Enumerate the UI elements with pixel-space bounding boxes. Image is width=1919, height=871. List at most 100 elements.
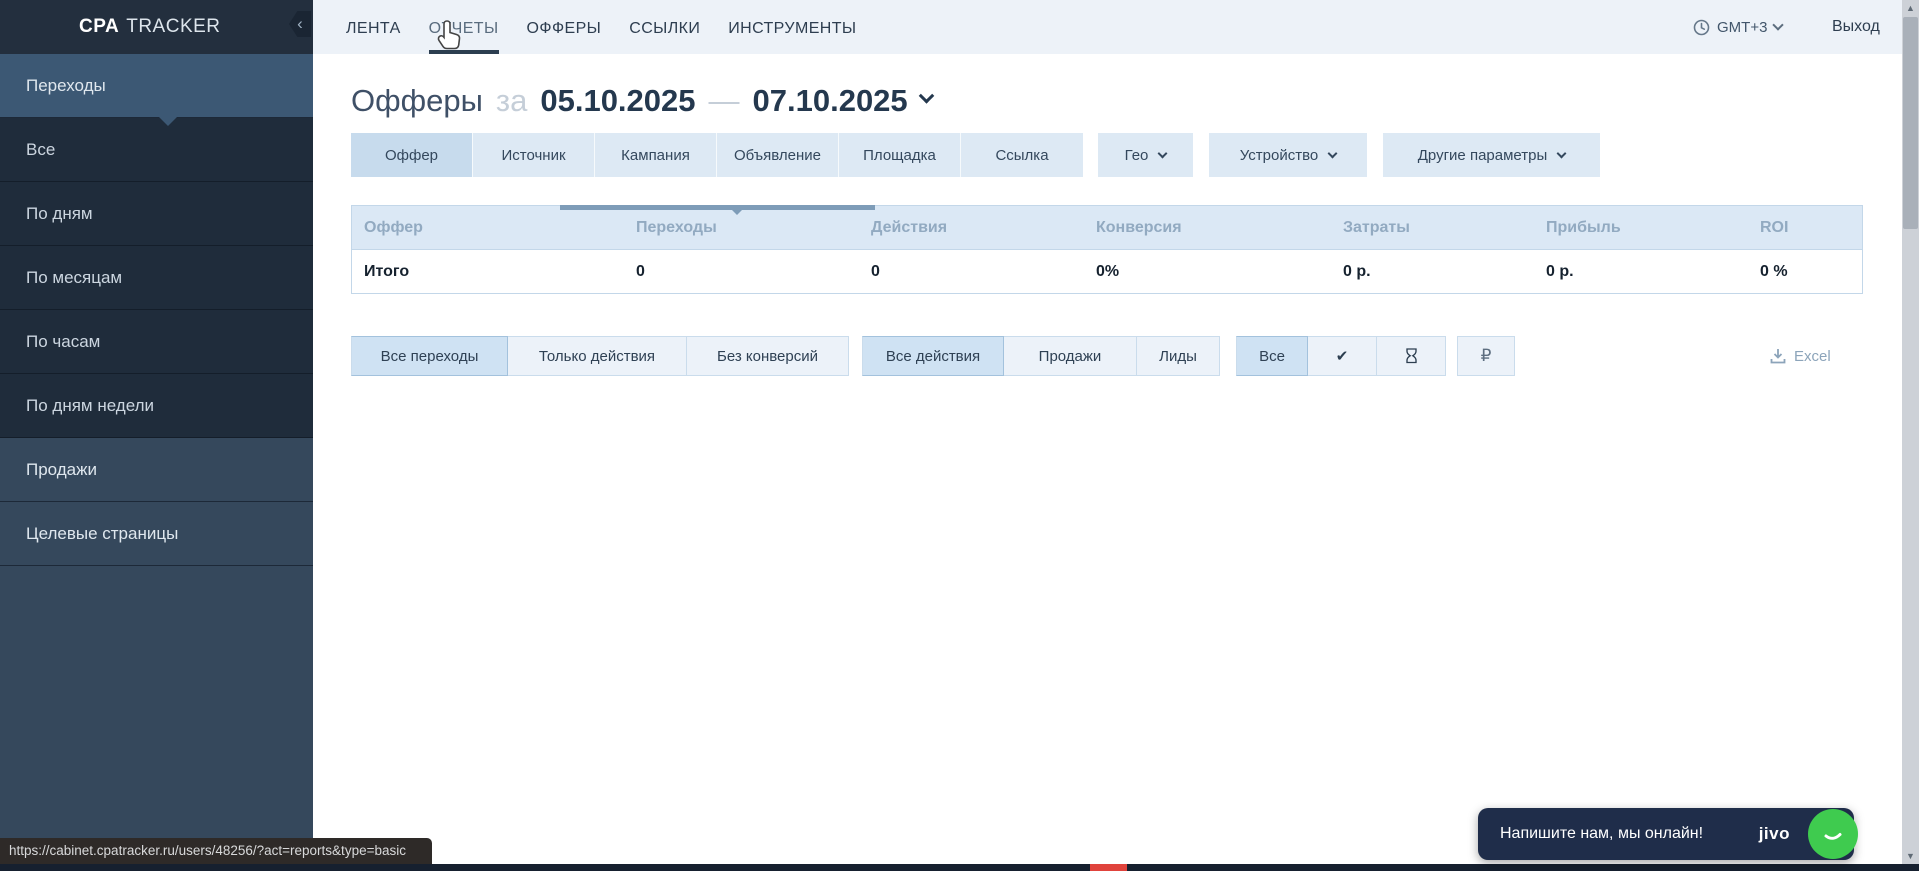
brand-rest: TRACKER — [126, 16, 220, 38]
sidebar-item-label: По дням — [26, 204, 93, 224]
taskbar-edge-strip — [0, 864, 1919, 871]
chevron-down-icon — [1158, 148, 1168, 158]
timezone-label: GMT+3 — [1717, 19, 1767, 36]
col-header-perehody-sorted[interactable]: Переходы — [624, 206, 859, 249]
vertical-scrollbar[interactable]: ▲ ▼ — [1902, 0, 1919, 864]
totals-roi: 0 % — [1748, 263, 1864, 281]
tab-kampaniya[interactable]: Кампания — [595, 133, 717, 177]
filter-vse-perehody[interactable]: Все переходы — [351, 336, 508, 376]
export-excel-button[interactable]: Excel — [1770, 336, 1831, 376]
device-dropdown[interactable]: Устройство — [1209, 133, 1367, 177]
timezone-selector[interactable]: GMT+3 — [1693, 0, 1782, 54]
filter-lidy[interactable]: Лиды — [1137, 336, 1220, 376]
chevron-down-icon — [1557, 148, 1567, 158]
totals-perehody: 0 — [624, 263, 859, 281]
chevron-down-icon — [1328, 148, 1338, 158]
filter-status-approved[interactable]: ✔ — [1308, 336, 1377, 376]
tab-istochnik[interactable]: Источник — [473, 133, 595, 177]
date-separator: — — [709, 83, 740, 119]
sidebar-item-label: По часам — [26, 332, 100, 352]
link-status-bar: https://cabinet.cpatracker.ru/users/4825… — [0, 838, 432, 864]
sidebar-item-label: Продажи — [26, 460, 97, 480]
scrollbar-thumb[interactable] — [1903, 17, 1918, 229]
col-header-pribyl[interactable]: Прибыль — [1534, 219, 1748, 237]
sidebar-item-prodazhi[interactable]: Продажи — [0, 438, 313, 502]
sidebar-item-po-mesyacam[interactable]: По месяцам — [0, 246, 313, 310]
brand-bold: CPA — [79, 16, 119, 38]
sidebar-item-label: По месяцам — [26, 268, 122, 288]
app-window: ЛЕНТА ОТЧЕТЫ ОФФЕРЫ ССЫЛКИ ИНСТРУМЕНТЫ G… — [0, 0, 1919, 871]
download-icon — [1770, 348, 1786, 364]
filter-tolko-deystviya[interactable]: Только действия — [508, 336, 687, 376]
scroll-down-arrow[interactable]: ▼ — [1902, 848, 1919, 864]
scroll-up-arrow[interactable]: ▲ — [1902, 0, 1919, 16]
sidebar-item-label: Переходы — [26, 76, 106, 96]
other-params-dropdown[interactable]: Другие параметры — [1383, 133, 1600, 177]
logout-link[interactable]: Выход — [1832, 0, 1880, 54]
title-preposition: за — [496, 83, 527, 119]
date-from[interactable]: 05.10.2025 — [540, 83, 695, 119]
nav-item-ssylki[interactable]: ССЫЛКИ — [629, 0, 700, 54]
report-section-name: Офферы — [351, 83, 483, 119]
ruble-icon: ₽ — [1481, 346, 1492, 366]
chevron-down-icon — [1773, 19, 1784, 30]
device-dropdown-label: Устройство — [1240, 147, 1318, 164]
top-navigation: ЛЕНТА ОТЧЕТЫ ОФФЕРЫ ССЫЛКИ ИНСТРУМЕНТЫ — [346, 0, 856, 54]
totals-pribyl: 0 р. — [1534, 263, 1748, 281]
filter-status-pending[interactable] — [1377, 336, 1446, 376]
date-to[interactable]: 07.10.2025 — [753, 83, 908, 119]
report-title: Офферы за 05.10.2025 — 07.10.2025 — [351, 83, 932, 119]
totals-konversiya: 0% — [1084, 263, 1331, 281]
sidebar-item-po-dnyam-nedeli[interactable]: По дням недели — [0, 374, 313, 438]
sidebar-item-celevye-stranicy[interactable]: Целевые страницы — [0, 502, 313, 566]
chat-message: Напишите нам, мы онлайн! — [1478, 825, 1703, 843]
nav-item-lenta[interactable]: ЛЕНТА — [346, 0, 401, 54]
filter-prodazhi[interactable]: Продажи — [1004, 336, 1137, 376]
date-range-chevron-icon[interactable] — [918, 88, 934, 104]
sidebar: Переходы Все По дням По месяцам По часам… — [0, 54, 313, 871]
tab-ssylka[interactable]: Ссылка — [961, 133, 1083, 177]
check-icon: ✔ — [1336, 347, 1349, 365]
sidebar-item-vse[interactable]: Все — [0, 118, 313, 182]
tab-obyavlenie[interactable]: Объявление — [717, 133, 839, 177]
logo: CPA TRACKER — [0, 0, 313, 54]
geo-dropdown[interactable]: Гео — [1098, 133, 1193, 177]
filter-bez-konversiy[interactable]: Без конверсий — [687, 336, 849, 376]
filter-currency-ruble[interactable]: ₽ — [1457, 336, 1515, 376]
tab-offer[interactable]: Оффер — [351, 133, 473, 177]
totals-label: Итого — [352, 263, 624, 281]
chat-bubble-icon[interactable] — [1808, 809, 1858, 859]
chat-widget[interactable]: Напишите нам, мы онлайн! jivo — [1478, 808, 1854, 860]
geo-dropdown-label: Гео — [1125, 147, 1149, 164]
sidebar-item-perehody[interactable]: Переходы — [0, 54, 313, 118]
traffic-filter-group: Все переходы Только действия Без конверс… — [351, 336, 849, 376]
table-header-row: Оффер Переходы Действия Конверсия Затрат… — [351, 205, 1863, 250]
filter-status-vse[interactable]: Все — [1236, 336, 1308, 376]
excel-label: Excel — [1794, 348, 1831, 365]
dimension-tabs: Оффер Источник Кампания Объявление Площа… — [351, 133, 1083, 177]
sidebar-item-po-dnyam[interactable]: По дням — [0, 182, 313, 246]
report-table: Оффер Переходы Действия Конверсия Затрат… — [351, 205, 1863, 294]
status-url: https://cabinet.cpatracker.ru/users/4825… — [9, 843, 406, 858]
hourglass-icon — [1404, 347, 1419, 366]
status-filter-group: Все ✔ — [1236, 336, 1446, 376]
tab-ploshadka[interactable]: Площадка — [839, 133, 961, 177]
col-header-roi[interactable]: ROI — [1748, 219, 1864, 237]
col-header-offer[interactable]: Оффер — [352, 219, 624, 237]
col-header-zatraty[interactable]: Затраты — [1331, 219, 1534, 237]
col-header-konversiya[interactable]: Конверсия — [1084, 219, 1331, 237]
taskbar-red-accent — [1090, 864, 1127, 871]
sidebar-item-label: Все — [26, 140, 55, 160]
col-header-deystviya[interactable]: Действия — [859, 219, 1084, 237]
jivo-logo: jivo — [1759, 824, 1790, 844]
nav-item-offery[interactable]: ОФФЕРЫ — [527, 0, 602, 54]
sidebar-item-label: Целевые страницы — [26, 524, 178, 544]
nav-item-instrumenty[interactable]: ИНСТРУМЕНТЫ — [728, 0, 856, 54]
clock-icon — [1693, 19, 1710, 36]
nav-item-otchety[interactable]: ОТЧЕТЫ — [429, 0, 499, 54]
table-totals-row: Итого 0 0 0% 0 р. 0 р. 0 % — [351, 250, 1863, 294]
sidebar-item-po-chasam[interactable]: По часам — [0, 310, 313, 374]
filter-vse-deystviya[interactable]: Все действия — [862, 336, 1004, 376]
actions-filter-group: Все действия Продажи Лиды — [862, 336, 1220, 376]
chevron-left-icon: ‹ — [297, 14, 303, 34]
